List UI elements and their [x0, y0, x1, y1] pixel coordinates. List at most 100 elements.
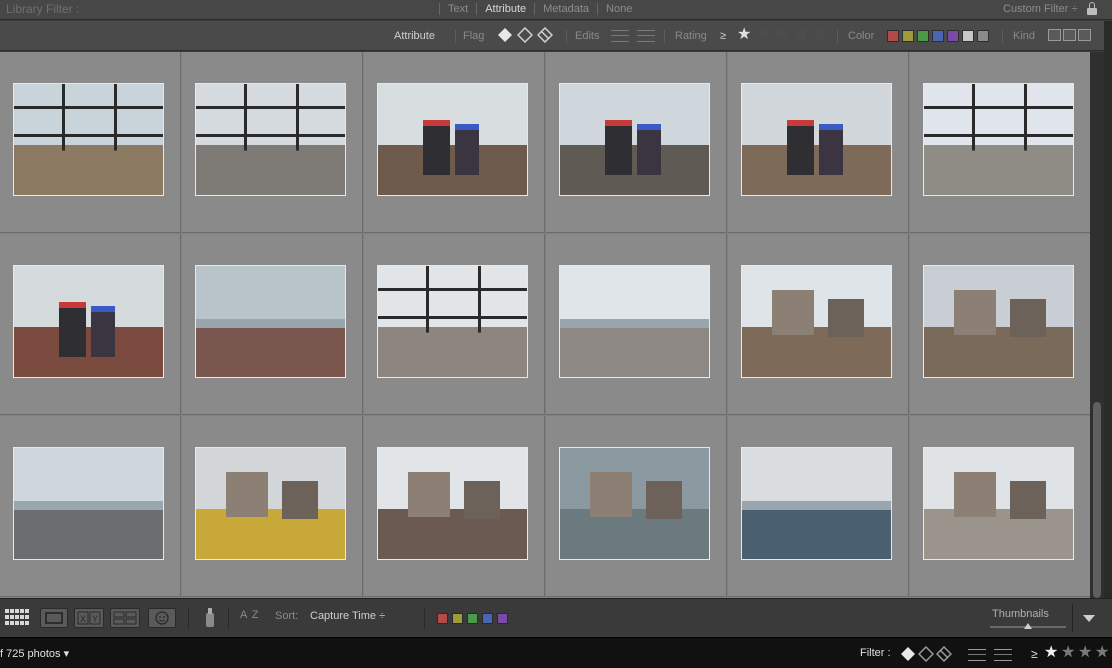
grid-cell[interactable] [546, 416, 727, 597]
rating-star-1[interactable]: ★ [737, 27, 751, 43]
photo-thumbnail[interactable] [377, 265, 528, 378]
status-rejected-icon[interactable] [935, 645, 953, 663]
color-swatch[interactable] [947, 30, 959, 42]
status-flagged-icon[interactable] [900, 646, 916, 662]
photo-thumbnail[interactable] [13, 83, 164, 196]
grid-cell[interactable] [910, 416, 1091, 597]
grid-view-button[interactable] [4, 608, 32, 628]
divider [837, 30, 838, 43]
photo-thumbnail[interactable] [923, 83, 1074, 196]
kind-video-icon[interactable] [1078, 29, 1091, 41]
divider [664, 30, 665, 43]
tab-divider [476, 3, 478, 15]
status-star-1[interactable]: ★ [1044, 645, 1058, 661]
lightroom-library-window: Library Filter : Text Attribute Metadata… [0, 0, 1112, 668]
kind-master-icon[interactable] [1048, 29, 1061, 41]
grid-cell[interactable] [546, 52, 727, 233]
grid-cell[interactable] [182, 52, 363, 233]
grid-cell[interactable] [182, 416, 363, 597]
photo-thumbnail[interactable] [13, 265, 164, 378]
photo-thumbnail[interactable] [559, 83, 710, 196]
kind-virtual-copy-icon[interactable] [1063, 29, 1076, 41]
rating-star-2[interactable]: ★ [756, 27, 770, 43]
custom-filter-dropdown[interactable]: Custom Filter ÷ [1003, 3, 1078, 15]
photo-thumbnail[interactable] [195, 447, 346, 560]
unedited-filter-icon[interactable] [637, 30, 655, 42]
divider [566, 30, 567, 43]
grid-cell[interactable] [546, 234, 727, 415]
flag-label: Flag [463, 30, 485, 42]
status-star-4[interactable]: ★ [1095, 645, 1109, 661]
photo-thumbnail[interactable] [377, 447, 528, 560]
grid-cell[interactable] [910, 52, 1091, 233]
color-swatch[interactable] [902, 30, 914, 42]
color-swatch[interactable] [917, 30, 929, 42]
toolbar-color-swatch[interactable] [497, 613, 508, 624]
tab-text[interactable]: Text [446, 3, 470, 15]
photo-thumbnail[interactable] [741, 447, 892, 560]
tab-divider [597, 3, 599, 15]
photo-thumbnail[interactable] [923, 265, 1074, 378]
sort-dropdown[interactable]: Capture Time ÷ [310, 610, 385, 622]
toolbar-color-swatch[interactable] [452, 613, 463, 624]
grid-cell[interactable] [0, 416, 181, 597]
toolbar-color-swatch[interactable] [467, 613, 478, 624]
grid-cell[interactable] [364, 52, 545, 233]
unflagged-filter-icon[interactable] [516, 26, 534, 44]
photo-thumbnail[interactable] [559, 447, 710, 560]
status-unflagged-icon[interactable] [917, 645, 935, 663]
compare-view-button[interactable]: XY [74, 608, 104, 628]
color-swatch[interactable] [932, 30, 944, 42]
sort-direction-icon[interactable]: A Z [240, 609, 260, 621]
grid-cell[interactable] [0, 234, 181, 415]
grid-cell[interactable] [0, 52, 181, 233]
grid-cell[interactable] [910, 234, 1091, 415]
tab-none[interactable]: None [604, 3, 634, 15]
photo-thumbnail[interactable] [195, 265, 346, 378]
lock-icon[interactable] [1087, 2, 1097, 16]
rating-star-3[interactable]: ★ [775, 27, 789, 43]
toolbar-color-swatch[interactable] [437, 613, 448, 624]
photo-thumbnail[interactable] [741, 265, 892, 378]
thumbnail-slider-knob[interactable] [1024, 623, 1032, 629]
photo-grid [0, 52, 1091, 598]
tab-attribute[interactable]: Attribute [483, 3, 528, 15]
tab-metadata[interactable]: Metadata [541, 3, 591, 15]
grid-cell[interactable] [364, 234, 545, 415]
photo-thumbnail[interactable] [377, 83, 528, 196]
grid-cell[interactable] [728, 416, 909, 597]
photo-thumbnail[interactable] [741, 83, 892, 196]
survey-view-button[interactable] [110, 608, 140, 628]
photo-thumbnail[interactable] [923, 447, 1074, 560]
status-star-2[interactable]: ★ [1061, 645, 1075, 661]
photo-thumbnail[interactable] [195, 83, 346, 196]
color-swatch[interactable] [962, 30, 974, 42]
toolbar-options-button[interactable] [1072, 604, 1112, 632]
status-unedited-icon[interactable] [994, 649, 1012, 661]
status-rating-operator[interactable]: ≥ [1031, 647, 1038, 661]
photo-thumbnail[interactable] [559, 265, 710, 378]
photo-thumbnail[interactable] [13, 447, 164, 560]
grid-cell[interactable] [182, 234, 363, 415]
grid-cell[interactable] [364, 416, 545, 597]
rating-star-5[interactable]: ★ [813, 27, 827, 43]
grid-cell[interactable] [728, 52, 909, 233]
color-swatch[interactable] [887, 30, 899, 42]
color-swatch[interactable] [977, 30, 989, 42]
photo-count[interactable]: f 725 photos ▾ [0, 647, 69, 660]
grid-scrollbar[interactable] [1090, 52, 1104, 598]
rating-star-4[interactable]: ★ [794, 27, 808, 43]
scrollbar-thumb[interactable] [1093, 402, 1101, 598]
people-view-button[interactable] [148, 608, 176, 628]
divider [1002, 30, 1003, 43]
rating-operator[interactable]: ≥ [720, 30, 726, 42]
rejected-filter-icon[interactable] [536, 26, 554, 44]
loupe-view-button[interactable] [40, 608, 68, 628]
toolbar-color-swatch[interactable] [482, 613, 493, 624]
status-star-3[interactable]: ★ [1078, 645, 1092, 661]
flagged-filter-icon[interactable] [497, 27, 513, 43]
painter-icon[interactable] [203, 607, 217, 629]
grid-cell[interactable] [728, 234, 909, 415]
edited-filter-icon[interactable] [611, 30, 629, 42]
status-edited-icon[interactable] [968, 649, 986, 661]
